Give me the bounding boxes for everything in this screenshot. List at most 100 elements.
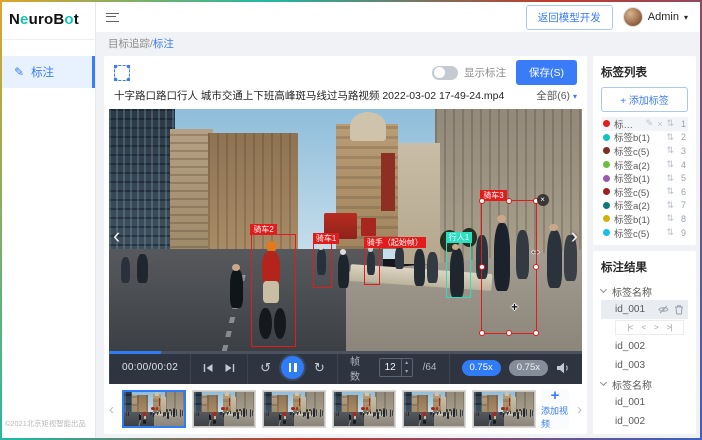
- add-video-button[interactable]: + 添加视频: [541, 389, 569, 429]
- video-thumbnail[interactable]: [472, 390, 536, 428]
- sort-icon[interactable]: ⇅: [666, 118, 674, 129]
- hide-icon[interactable]: [658, 304, 669, 315]
- red-bus: [366, 407, 368, 410]
- label-row[interactable]: 标签b(1)⇅2: [601, 131, 688, 145]
- prev-frame-icon[interactable]: [203, 363, 214, 373]
- resize-handle[interactable]: [533, 264, 539, 270]
- sort-icon[interactable]: ⇅: [666, 132, 674, 143]
- strip-prev-chevron[interactable]: ‹: [106, 401, 117, 418]
- bounding-box[interactable]: 骑手（起始帧）: [364, 247, 380, 285]
- delete-box-button[interactable]: ×: [537, 194, 549, 206]
- resize-handle[interactable]: [479, 198, 485, 204]
- username: Admin: [648, 11, 679, 23]
- step-up-icon[interactable]: ▴: [402, 359, 412, 368]
- label-row[interactable]: 标签c(5)⇅9: [601, 226, 688, 240]
- video-thumbnail[interactable]: [332, 390, 396, 428]
- forward-10-icon[interactable]: ↻: [314, 361, 325, 374]
- label-row[interactable]: 标签b(1)⇅8: [601, 212, 688, 226]
- sort-icon[interactable]: ⇅: [666, 159, 674, 170]
- pedestrian-figure: [144, 416, 146, 419]
- pedestrian-figure: [367, 412, 368, 415]
- result-item[interactable]: id_001: [601, 300, 688, 319]
- pager-button[interactable]: <: [641, 323, 645, 332]
- result-item[interactable]: id_003: [601, 431, 688, 434]
- next-video-chevron[interactable]: ›: [571, 225, 578, 247]
- next-frame-icon[interactable]: [224, 363, 235, 373]
- content: 显示标注 保存(S) 十字路口路口行人 城市交通上下班高峰斑马线过马路视频 20…: [96, 54, 700, 438]
- label-row[interactable]: 标签c(5)⇅3: [601, 144, 688, 158]
- pedestrian-figure: [478, 412, 479, 416]
- dome: [295, 392, 300, 396]
- strip-next-chevron[interactable]: ›: [574, 401, 585, 418]
- color-dot-icon: [603, 202, 610, 209]
- speed-pill[interactable]: 0.75x: [509, 360, 548, 376]
- sidebar-item-annotate[interactable]: ✎ 标注: [2, 56, 95, 88]
- red-bus: [436, 407, 438, 410]
- result-group-header[interactable]: 标签名称: [601, 375, 688, 393]
- resize-handle[interactable]: [479, 330, 485, 336]
- plus-icon: +: [551, 389, 560, 403]
- pager-button[interactable]: |<: [628, 323, 633, 332]
- pedestrian-figure: [444, 412, 445, 416]
- add-label-button[interactable]: + 添加标签: [601, 87, 688, 112]
- save-button[interactable]: 保存(S): [516, 60, 577, 85]
- speed-pill-active[interactable]: 0.75x: [462, 360, 501, 376]
- user-menu[interactable]: Admin ▾: [623, 7, 688, 27]
- resize-handle[interactable]: [506, 198, 512, 204]
- sort-icon[interactable]: ⇅: [666, 173, 674, 184]
- label-row[interactable]: 标签名字最长数...✎×⇅1: [601, 117, 688, 131]
- show-annotation-toggle[interactable]: [432, 66, 458, 80]
- sort-icon[interactable]: ⇅: [666, 227, 674, 238]
- result-group-header[interactable]: 标签名称: [601, 282, 688, 300]
- building: [277, 395, 288, 412]
- back-to-model-dev-button[interactable]: 返回模型开发: [526, 5, 613, 30]
- resize-handle[interactable]: [506, 330, 512, 336]
- sort-icon[interactable]: ⇅: [666, 200, 674, 211]
- collapse-menu-icon[interactable]: [106, 13, 119, 22]
- trash-icon[interactable]: [674, 304, 684, 315]
- pager-button[interactable]: >: [654, 323, 658, 332]
- result-item[interactable]: id_001: [601, 393, 688, 412]
- pager-button[interactable]: >|: [667, 323, 672, 332]
- sort-icon[interactable]: ⇅: [666, 145, 674, 156]
- resize-handle[interactable]: [479, 264, 485, 270]
- pedestrian-figure: [406, 413, 407, 417]
- label-row[interactable]: 标签b(1)⇅5: [601, 171, 688, 185]
- label-row[interactable]: 标签c(5)⇅6: [601, 185, 688, 199]
- video-thumbnail[interactable]: [122, 390, 186, 428]
- video-thumbnail[interactable]: [402, 390, 466, 428]
- neurobot-app: NeuroBot ✎ 标注 ©2021北京矩视智能出品 返回模型开发 Admin…: [2, 2, 700, 438]
- pedestrian-figure: [307, 412, 309, 419]
- pedestrian-figure: [448, 411, 449, 412]
- prev-video-chevron[interactable]: ‹: [113, 225, 120, 247]
- breadcrumb-parent[interactable]: 目标追踪: [108, 38, 150, 50]
- resize-handle[interactable]: [533, 330, 539, 336]
- video-thumbnail[interactable]: [262, 390, 326, 428]
- sort-icon[interactable]: ⇅: [666, 186, 674, 197]
- bounding-box[interactable]: 骑车1: [313, 243, 332, 288]
- result-item[interactable]: id_002: [601, 412, 688, 431]
- step-down-icon[interactable]: ▾: [402, 368, 412, 377]
- video-thumbnail[interactable]: [192, 390, 256, 428]
- result-item[interactable]: id_002: [601, 337, 688, 356]
- close-icon[interactable]: ×: [657, 119, 662, 129]
- video-player[interactable]: ‹ › ↔ + 骑车2骑车1骑手（起始帧）行人1骑车3×: [109, 109, 582, 351]
- label-row[interactable]: 标签a(2)⇅4: [601, 158, 688, 172]
- bounding-box[interactable]: 骑车3×: [481, 200, 537, 334]
- result-id: id_001: [615, 397, 684, 408]
- result-item[interactable]: id_003: [601, 356, 688, 375]
- bounding-box[interactable]: 骑车2: [251, 234, 296, 348]
- edit-icon[interactable]: ✎: [646, 118, 654, 129]
- frame-input[interactable]: 12 ▴▾: [379, 358, 413, 377]
- progress-track[interactable]: [109, 351, 582, 354]
- frame-value[interactable]: 12: [380, 359, 401, 376]
- replay-10-icon[interactable]: ↺: [260, 361, 271, 374]
- pause-button[interactable]: [281, 356, 304, 379]
- label-row[interactable]: 标签a(2)⇅7: [601, 199, 688, 213]
- bounding-box[interactable]: 行人1: [446, 242, 471, 298]
- filter-dropdown[interactable]: 全部(6) ▾: [536, 88, 577, 103]
- rect-select-tool-icon[interactable]: [114, 65, 130, 81]
- volume-icon[interactable]: [556, 362, 570, 374]
- thumbnail-image: [194, 392, 254, 426]
- sort-icon[interactable]: ⇅: [666, 213, 674, 224]
